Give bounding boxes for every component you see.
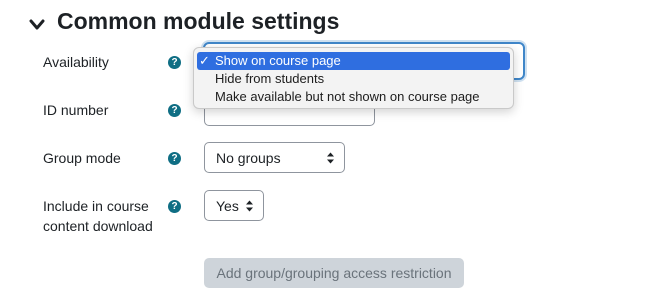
availability-dropdown-menu[interactable]: ✓ Show on course page Hide from students… [193, 47, 514, 109]
group-mode-value: No groups [216, 149, 281, 166]
help-icon[interactable]: ? [168, 56, 181, 69]
select-arrows-icon [246, 200, 253, 211]
availability-label: Availability [43, 54, 109, 70]
menu-item-hide-from-students[interactable]: Hide from students [197, 70, 510, 88]
chevron-down-icon[interactable] [26, 14, 48, 36]
group-mode-label: Group mode [43, 150, 121, 166]
select-arrows-icon [327, 152, 334, 163]
menu-item-label: Show on course page [215, 53, 341, 68]
include-download-label-line1: Include in course [43, 198, 149, 214]
include-download-value: Yes [216, 197, 239, 214]
menu-item-show-on-course-page[interactable]: ✓ Show on course page [197, 52, 510, 70]
help-icon[interactable]: ? [168, 200, 181, 213]
group-mode-select[interactable]: No groups [204, 142, 345, 173]
menu-item-label: Hide from students [215, 71, 325, 86]
include-download-select[interactable]: Yes [204, 190, 264, 221]
menu-item-label: Make available but not shown on course p… [215, 89, 480, 104]
help-icon[interactable]: ? [168, 152, 181, 165]
add-group-restriction-button[interactable]: Add group/grouping access restriction [204, 258, 464, 288]
include-download-label-line2: content download [43, 218, 153, 234]
checkmark-icon: ✓ [199, 53, 210, 68]
help-icon[interactable]: ? [168, 104, 181, 117]
section-title: Common module settings [57, 8, 340, 34]
menu-item-make-available[interactable]: Make available but not shown on course p… [197, 88, 510, 106]
id-number-label: ID number [43, 102, 109, 118]
